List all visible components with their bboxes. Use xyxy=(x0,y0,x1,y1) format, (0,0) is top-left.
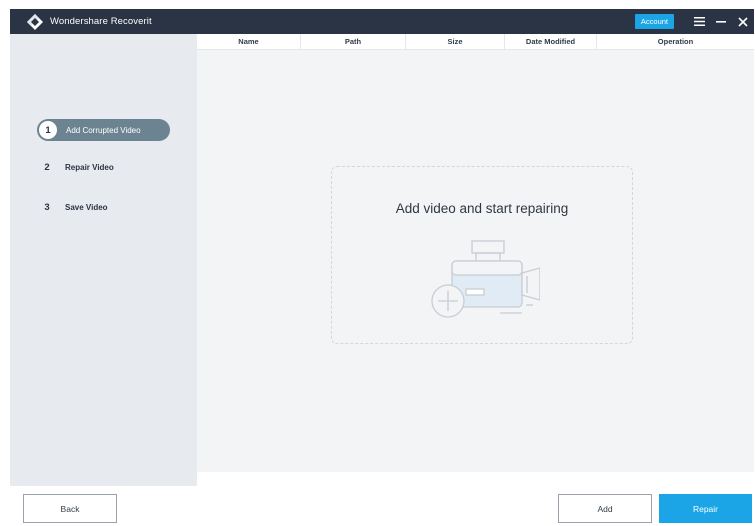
file-list-bottom-strip xyxy=(197,472,754,486)
app-title: Wondershare Recoverit xyxy=(50,16,152,27)
step-save-video[interactable]: 3 Save Video xyxy=(36,196,108,218)
step-number: 3 xyxy=(44,201,50,213)
title-bar-controls: Account xyxy=(634,9,754,34)
step-label: Add Corrupted Video xyxy=(66,125,141,135)
step-add-corrupted-video[interactable]: 1 Add Corrupted Video xyxy=(37,119,170,141)
wondershare-logo-icon xyxy=(27,13,43,30)
step-label: Save Video xyxy=(65,202,108,212)
back-button[interactable]: Back xyxy=(23,494,117,523)
file-table-header: Name Path Size Date Modified Operation xyxy=(197,34,754,50)
step-number: 2 xyxy=(44,161,50,173)
column-name[interactable]: Name xyxy=(197,34,301,49)
add-video-dropzone[interactable]: Add video and start repairing xyxy=(331,166,633,344)
column-size[interactable]: Size xyxy=(406,34,505,49)
file-list-area: Add video and start repairing xyxy=(197,50,754,472)
minimize-icon[interactable] xyxy=(710,9,732,34)
column-operation[interactable]: Operation xyxy=(597,34,754,49)
step-label: Repair Video xyxy=(65,162,114,172)
dropzone-text: Add video and start repairing xyxy=(395,201,569,216)
column-date-modified[interactable]: Date Modified xyxy=(505,34,597,49)
repair-button[interactable]: Repair xyxy=(659,494,752,523)
title-bar: Wondershare Recoverit Account xyxy=(10,9,754,34)
close-icon[interactable] xyxy=(732,9,754,34)
footer-bar: Back Add Repair xyxy=(0,486,755,526)
add-button[interactable]: Add xyxy=(558,494,652,523)
menu-icon[interactable] xyxy=(688,9,710,34)
column-path[interactable]: Path xyxy=(301,34,406,49)
step-repair-video[interactable]: 2 Repair Video xyxy=(36,156,114,178)
steps-sidebar: 1 Add Corrupted Video 2 Repair Video 3 S… xyxy=(10,34,197,486)
account-button[interactable]: Account xyxy=(634,14,674,29)
add-video-icon xyxy=(431,240,540,318)
step-number: 1 xyxy=(39,121,57,139)
